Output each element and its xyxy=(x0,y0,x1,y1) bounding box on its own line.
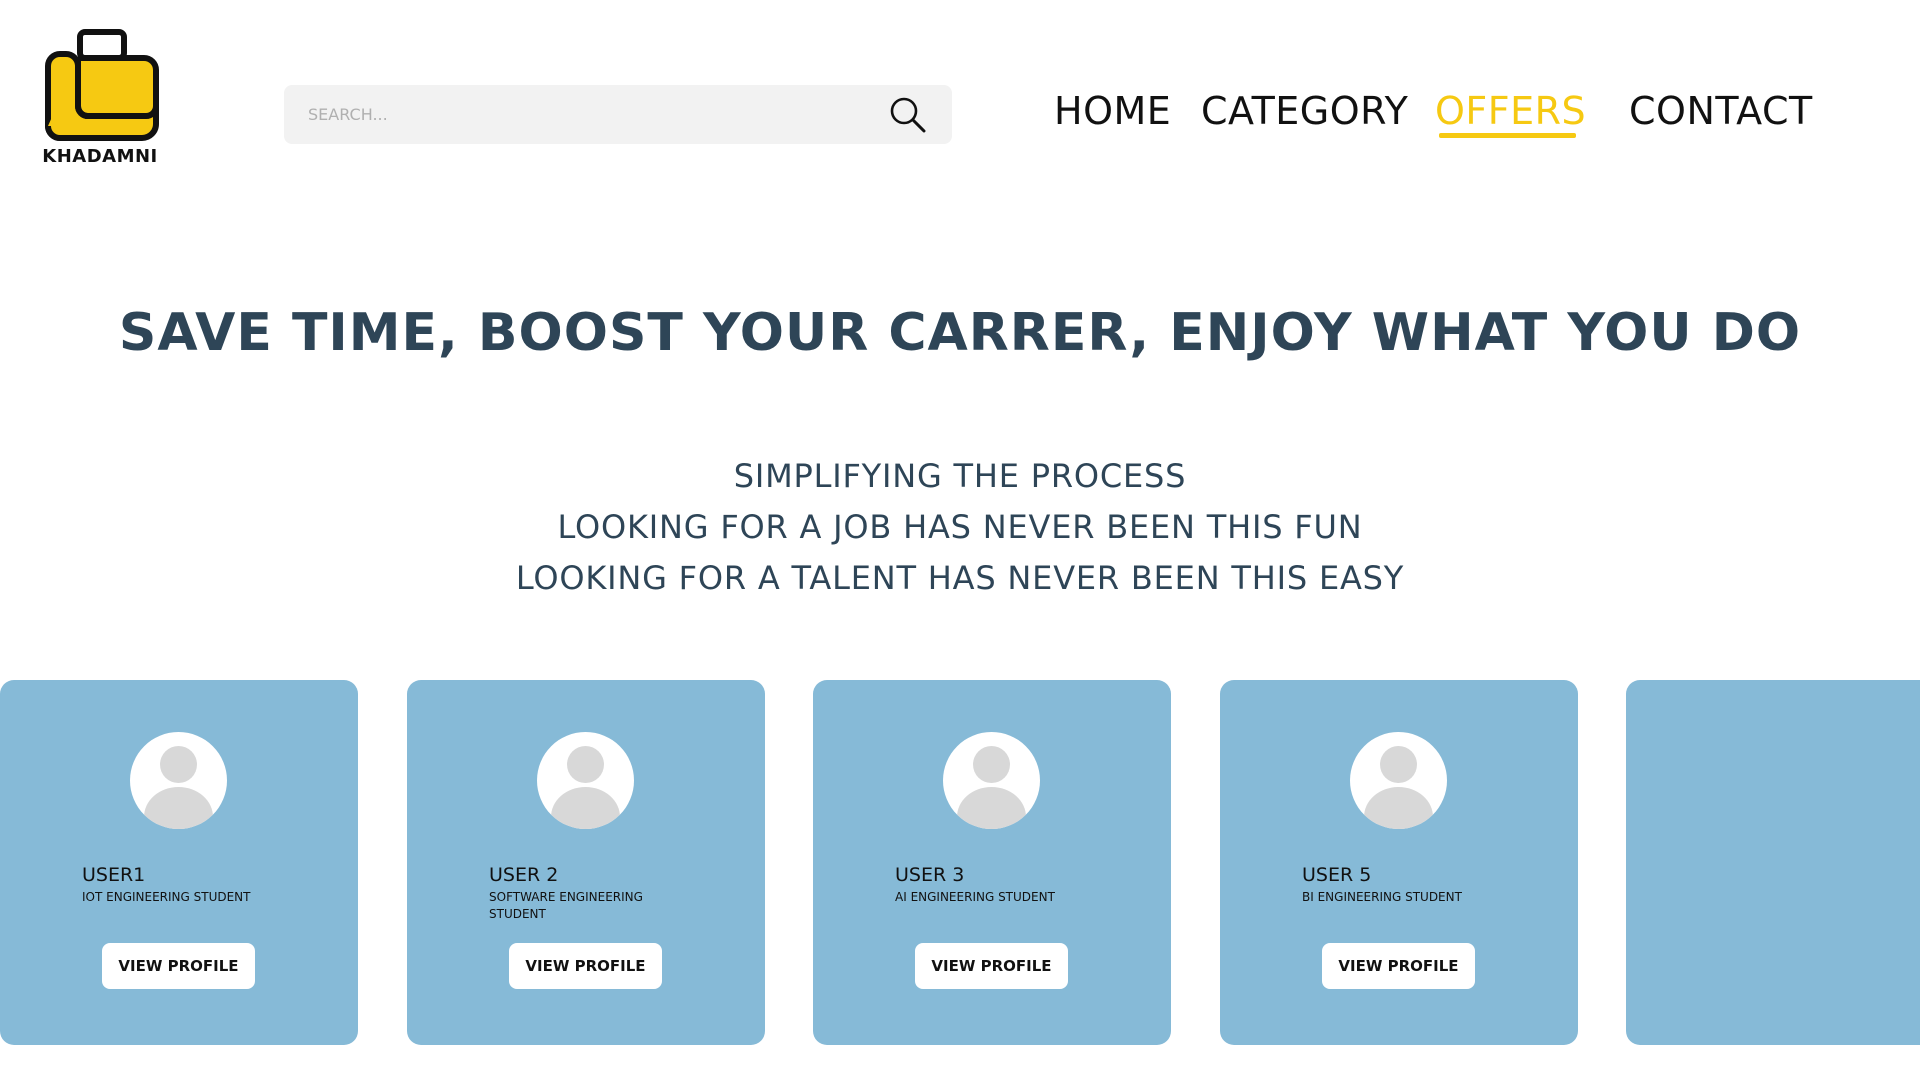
logo[interactable]: KHADAMNI xyxy=(38,28,168,167)
search-icon[interactable] xyxy=(888,95,928,135)
view-profile-button[interactable]: VIEW PROFILE xyxy=(915,943,1068,989)
profile-card: USER 3 AI ENGINEERING STUDENT VIEW PROFI… xyxy=(813,680,1171,1045)
nav-offers[interactable]: OFFERS xyxy=(1435,89,1586,133)
hero-line-3: LOOKING FOR A TALENT HAS NEVER BEEN THIS… xyxy=(515,559,1405,597)
profile-cards: USER1 IOT ENGINEERING STUDENT VIEW PROFI… xyxy=(0,680,1920,1046)
briefcase-icon xyxy=(45,29,159,141)
logo-text: KHADAMNI xyxy=(42,146,158,167)
user-role: SOFTWARE ENGINEERING STUDENT xyxy=(489,890,643,921)
user-name: USER 5 xyxy=(1302,864,1372,886)
avatar xyxy=(537,732,634,829)
nav-category[interactable]: CATEGORY xyxy=(1201,89,1408,133)
hero-headline: SAVE TIME, BOOST YOUR CARRER, ENJOY WHAT… xyxy=(118,303,1802,363)
hero-line-1: SIMPLIFYING THE PROCESS xyxy=(733,457,1187,495)
user-role: AI ENGINEERING STUDENT xyxy=(895,890,1055,904)
profile-card: USER1 IOT ENGINEERING STUDENT VIEW PROFI… xyxy=(0,680,358,1045)
profile-card: USER 5 BI ENGINEERING STUDENT VIEW PROFI… xyxy=(1220,680,1578,1045)
view-profile-button[interactable]: VIEW PROFILE xyxy=(102,943,255,989)
avatar xyxy=(130,732,227,829)
user-role: IOT ENGINEERING STUDENT xyxy=(82,890,251,904)
user-name: USER 2 xyxy=(489,864,559,886)
avatar xyxy=(943,732,1040,829)
active-nav-underline xyxy=(1439,133,1576,138)
profile-card: USER 2 SOFTWARE ENGINEERING STUDENT VIEW… xyxy=(407,680,765,1045)
profile-card-partial xyxy=(1626,680,1920,1045)
search-input[interactable] xyxy=(308,105,888,124)
user-name: USER 3 xyxy=(895,864,965,886)
view-profile-button[interactable]: VIEW PROFILE xyxy=(509,943,662,989)
user-name: USER1 xyxy=(82,864,146,886)
nav-contact[interactable]: CONTACT xyxy=(1629,89,1813,133)
view-profile-button[interactable]: VIEW PROFILE xyxy=(1322,943,1475,989)
page: KHADAMNI HOME CATEGORY OFFERS CONTACT SA… xyxy=(0,0,1920,1080)
search-bar xyxy=(284,85,952,144)
nav-home[interactable]: HOME xyxy=(1054,89,1171,133)
avatar xyxy=(1350,732,1447,829)
hero-line-2: LOOKING FOR A JOB HAS NEVER BEEN THIS FU… xyxy=(557,508,1363,546)
user-role: BI ENGINEERING STUDENT xyxy=(1302,890,1462,904)
